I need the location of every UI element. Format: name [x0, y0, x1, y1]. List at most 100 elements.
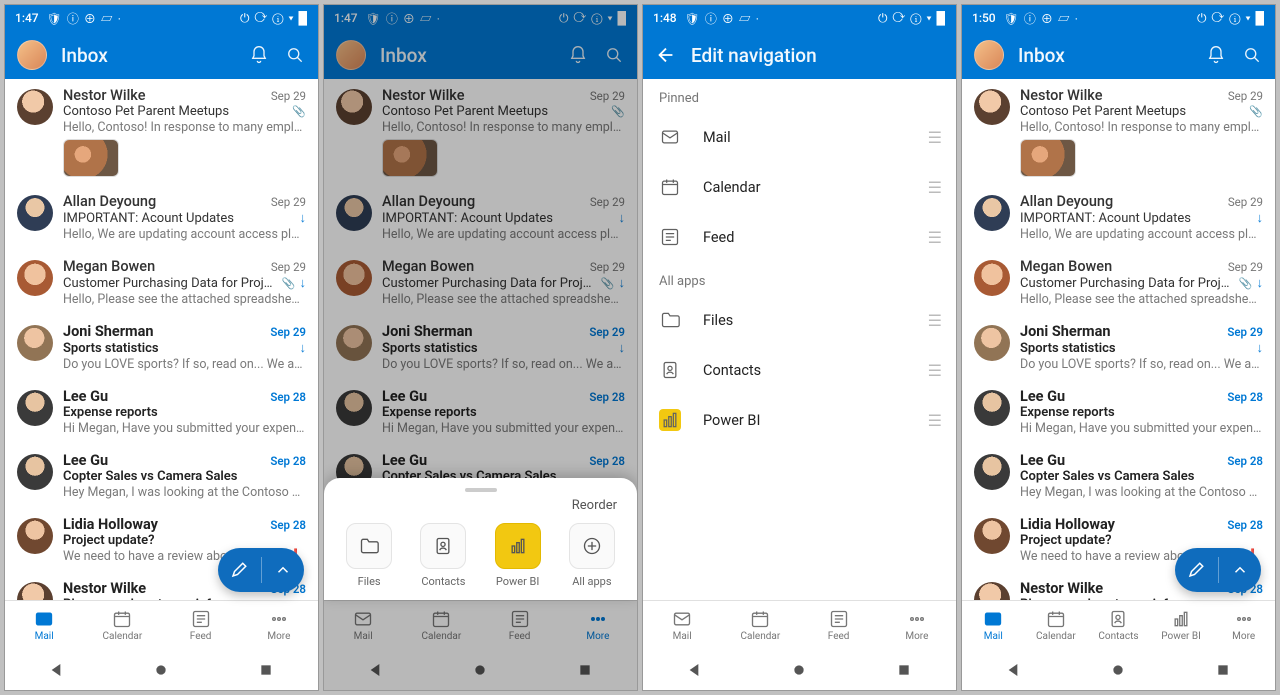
nav-more[interactable]: More — [878, 601, 956, 650]
header-title[interactable]: Inbox — [1018, 44, 1065, 67]
allapps-header: All apps — [643, 262, 956, 295]
nav-feed[interactable]: Feed — [800, 601, 878, 650]
drag-handle[interactable] — [465, 488, 497, 492]
email-item[interactable]: Lee GuSep 28Copter Sales vs Camera Sales… — [962, 444, 1275, 508]
editnav-row-mail[interactable]: Mail☰ — [643, 112, 956, 162]
email-subject: Copter Sales vs Camera Sales — [1020, 469, 1263, 484]
back-icon[interactable] — [49, 662, 65, 678]
power-bi-icon — [659, 409, 681, 431]
drag-grip-icon[interactable]: ☰ — [928, 361, 940, 380]
app-tile[interactable] — [569, 523, 615, 569]
sheet-item-contacts[interactable]: Contacts — [420, 523, 466, 588]
sheet-item-all-apps[interactable]: All apps — [569, 523, 615, 588]
attachment-thumb[interactable] — [1020, 139, 1076, 177]
nav-mail[interactable]: Mail — [643, 601, 721, 650]
email-list[interactable]: Nestor WilkeSep 29Contoso Pet Parent Mee… — [962, 79, 1275, 600]
editnav-row-files[interactable]: Files☰ — [643, 295, 956, 345]
nav-mail[interactable]: Mail — [962, 601, 1025, 650]
home-icon[interactable] — [472, 662, 488, 678]
sheet-item-files[interactable]: Files — [346, 523, 392, 588]
email-item[interactable]: Megan BowenSep 29Customer Purchasing Dat… — [324, 250, 637, 315]
nav-calendar[interactable]: Calendar — [83, 601, 161, 650]
nav-more[interactable]: More — [240, 601, 318, 650]
attachment-thumb[interactable] — [63, 139, 119, 177]
nav-power-bi[interactable]: Power BI — [1150, 601, 1213, 650]
editnav-row-feed[interactable]: Feed☰ — [643, 212, 956, 262]
drag-grip-icon[interactable]: ☰ — [928, 128, 940, 147]
nav-feed[interactable]: Feed — [481, 601, 559, 650]
nav-calendar[interactable]: Calendar — [1025, 601, 1088, 650]
email-item[interactable]: Joni ShermanSep 29Sports statistics↓Do y… — [962, 315, 1275, 380]
email-item[interactable]: Lee GuSep 28Expense reportsHi Megan, Hav… — [324, 380, 637, 444]
email-item[interactable]: Lee GuSep 28Expense reportsHi Megan, Hav… — [5, 380, 318, 444]
attachment-thumb[interactable] — [382, 139, 438, 177]
email-date: Sep 29 — [1228, 260, 1263, 274]
email-item[interactable]: Nestor WilkeSep 29Contoso Pet Parent Mee… — [324, 79, 637, 185]
search-icon[interactable] — [1241, 44, 1263, 66]
home-icon[interactable] — [153, 662, 169, 678]
email-item[interactable]: Lee GuSep 28Copter Sales vs Camera Sales… — [5, 444, 318, 508]
nav-feed[interactable]: Feed — [162, 601, 240, 650]
home-icon[interactable] — [791, 662, 807, 678]
app-tile[interactable] — [495, 523, 541, 569]
header-title[interactable]: Inbox — [61, 44, 108, 67]
email-item[interactable]: Joni ShermanSep 29Sports statistics↓Do y… — [324, 315, 637, 380]
nav-mail[interactable]: Mail — [324, 601, 402, 650]
nav-mail[interactable]: Mail — [5, 601, 83, 650]
back-button[interactable] — [655, 44, 677, 66]
recent-icon[interactable] — [1215, 662, 1231, 678]
nav-calendar[interactable]: Calendar — [402, 601, 480, 650]
bell-icon[interactable] — [567, 44, 589, 66]
header-title[interactable]: Inbox — [380, 44, 427, 67]
recent-icon[interactable] — [258, 662, 274, 678]
bell-icon[interactable] — [248, 44, 270, 66]
compose-fab[interactable] — [218, 548, 304, 592]
search-icon[interactable] — [284, 44, 306, 66]
nav-calendar[interactable]: Calendar — [721, 601, 799, 650]
edit-nav-list[interactable]: Pinned Mail☰Calendar☰Feed☰ All apps File… — [643, 79, 956, 600]
apps-section: Files☰Contacts☰Power BI☰ — [643, 295, 956, 445]
status-left-icons: 🛡 ⓘ ⊕ ▱ · — [685, 10, 760, 27]
app-tile[interactable] — [420, 523, 466, 569]
home-icon[interactable] — [1110, 662, 1126, 678]
account-avatar[interactable] — [974, 40, 1004, 70]
email-item[interactable]: Allan DeyoungSep 29IMPORTANT: Acount Upd… — [962, 185, 1275, 250]
app-tile[interactable] — [346, 523, 392, 569]
account-avatar[interactable] — [17, 40, 47, 70]
more-apps-sheet: Reorder Files Contacts Power BI All apps — [324, 478, 637, 600]
bell-icon[interactable] — [1205, 44, 1227, 66]
drag-grip-icon[interactable]: ☰ — [928, 311, 940, 330]
back-icon[interactable] — [368, 662, 384, 678]
email-item[interactable]: Nestor WilkeSep 29Contoso Pet Parent Mee… — [962, 79, 1275, 185]
recent-icon[interactable] — [577, 662, 593, 678]
email-preview: Hello, Please see the attached spreadshe… — [63, 292, 306, 307]
nav-more[interactable]: More — [559, 601, 637, 650]
email-item[interactable]: Joni ShermanSep 29Sports statistics↓Do y… — [5, 315, 318, 380]
status-bar: 1:47 🛡 ⓘ ⊕ ▱ · ⏻ ⟳ ⓘ ▾ █ — [5, 5, 318, 31]
drag-grip-icon[interactable]: ☰ — [928, 411, 940, 430]
email-preview: Hello, Contoso! In response to many empl… — [382, 120, 625, 135]
email-item[interactable]: Megan BowenSep 29Customer Purchasing Dat… — [5, 250, 318, 315]
email-item[interactable]: Lee GuSep 28Expense reportsHi Megan, Hav… — [962, 380, 1275, 444]
recent-icon[interactable] — [896, 662, 912, 678]
sheet-item-power-bi[interactable]: Power BI — [495, 523, 541, 588]
email-item[interactable]: Allan DeyoungSep 29IMPORTANT: Acount Upd… — [324, 185, 637, 250]
search-icon[interactable] — [603, 44, 625, 66]
editnav-row-contacts[interactable]: Contacts☰ — [643, 345, 956, 395]
editnav-row-calendar[interactable]: Calendar☰ — [643, 162, 956, 212]
drag-grip-icon[interactable]: ☰ — [928, 228, 940, 247]
email-item[interactable]: Megan BowenSep 29Customer Purchasing Dat… — [962, 250, 1275, 315]
compose-fab[interactable] — [1175, 548, 1261, 592]
reorder-link[interactable]: Reorder — [332, 498, 629, 519]
email-list[interactable]: Nestor WilkeSep 29Contoso Pet Parent Mee… — [5, 79, 318, 600]
nav-more[interactable]: More — [1212, 601, 1275, 650]
email-item[interactable]: Allan DeyoungSep 29IMPORTANT: Acount Upd… — [5, 185, 318, 250]
account-avatar[interactable] — [336, 40, 366, 70]
nav-label: More — [905, 631, 928, 642]
back-icon[interactable] — [1006, 662, 1022, 678]
email-item[interactable]: Nestor WilkeSep 29Contoso Pet Parent Mee… — [5, 79, 318, 185]
back-icon[interactable] — [687, 662, 703, 678]
nav-contacts[interactable]: Contacts — [1087, 601, 1150, 650]
editnav-row-power-bi[interactable]: Power BI☰ — [643, 395, 956, 445]
drag-grip-icon[interactable]: ☰ — [928, 178, 940, 197]
